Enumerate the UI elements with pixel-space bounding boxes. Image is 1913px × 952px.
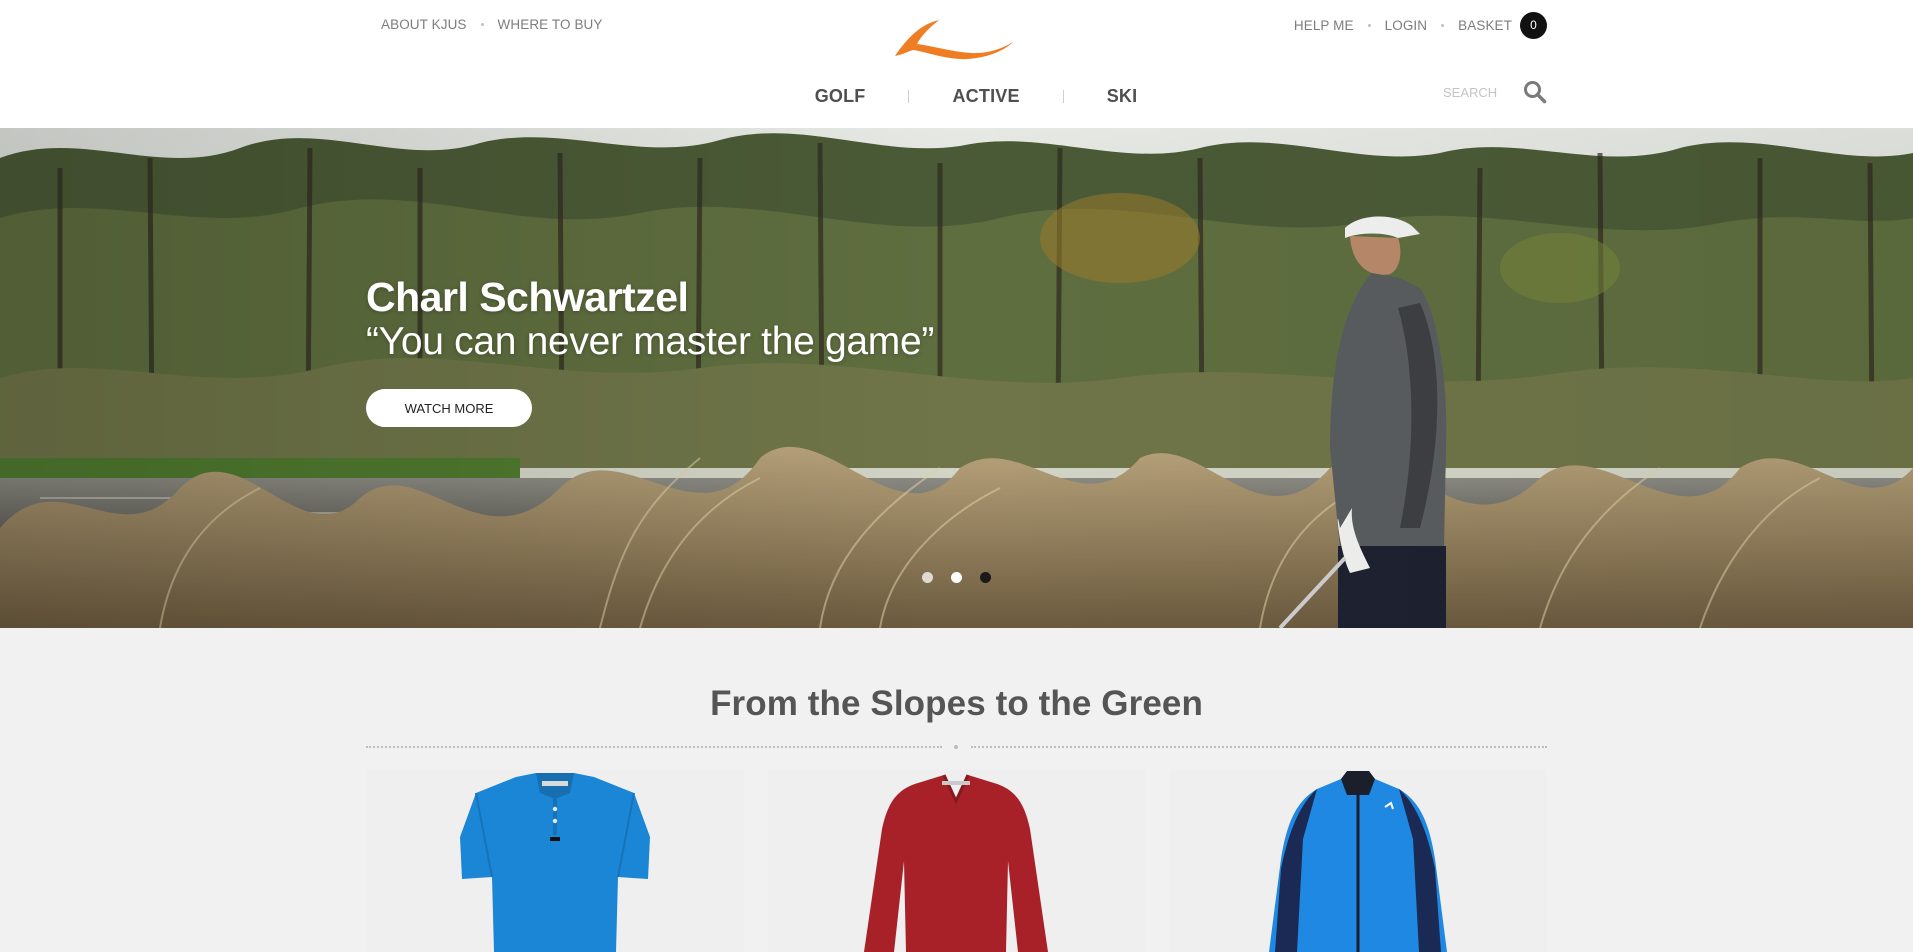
product-card-polo[interactable] bbox=[366, 769, 744, 952]
separator-dot bbox=[1441, 23, 1445, 27]
watch-more-button[interactable]: WATCH MORE bbox=[366, 389, 532, 427]
polo-shirt-image bbox=[460, 773, 650, 952]
golf-jacket-image bbox=[1269, 771, 1447, 952]
section-divider bbox=[366, 744, 1547, 750]
utility-nav-right: HELP ME LOGIN BASKET 0 bbox=[1294, 10, 1547, 40]
help-link[interactable]: HELP ME bbox=[1294, 18, 1354, 33]
nav-separator bbox=[1062, 90, 1064, 103]
search-input[interactable] bbox=[1443, 84, 1503, 100]
site-header: ABOUT KJUS WHERE TO BUY HELP ME LOGIN BA… bbox=[0, 0, 1913, 128]
separator-dot bbox=[1367, 23, 1371, 27]
nav-separator bbox=[908, 90, 910, 103]
carousel-dot-3[interactable] bbox=[980, 572, 991, 583]
main-nav: GOLF ACTIVE SKI bbox=[0, 86, 1913, 107]
kjus-logo[interactable] bbox=[893, 18, 1015, 62]
utility-nav-left: ABOUT KJUS WHERE TO BUY bbox=[381, 17, 603, 32]
nav-active[interactable]: ACTIVE bbox=[952, 86, 1019, 107]
hero-background-image bbox=[0, 128, 1913, 628]
carousel-dots bbox=[0, 572, 1913, 583]
basket-link[interactable]: BASKET bbox=[1458, 18, 1512, 33]
carousel-dot-2[interactable] bbox=[951, 572, 962, 583]
section-title: From the Slopes to the Green bbox=[710, 684, 1203, 723]
search-box bbox=[1443, 80, 1547, 104]
nav-ski[interactable]: SKI bbox=[1107, 86, 1138, 107]
hero-banner: Charl Schwartzel “You can never master t… bbox=[0, 128, 1913, 628]
separator-dot bbox=[480, 23, 484, 26]
product-card-sweater[interactable] bbox=[767, 769, 1146, 952]
search-icon[interactable] bbox=[1523, 80, 1547, 104]
where-to-buy-link[interactable]: WHERE TO BUY bbox=[498, 17, 603, 32]
hero-quote: “You can never master the game” bbox=[366, 320, 935, 363]
hero-title: Charl Schwartzel bbox=[366, 274, 689, 320]
product-card-jacket[interactable] bbox=[1169, 769, 1547, 952]
basket-count-badge[interactable]: 0 bbox=[1520, 11, 1547, 39]
v-neck-sweater-image bbox=[863, 774, 1048, 952]
about-link[interactable]: ABOUT KJUS bbox=[381, 17, 467, 32]
product-grid bbox=[366, 769, 1547, 952]
login-link[interactable]: LOGIN bbox=[1385, 18, 1428, 33]
nav-golf[interactable]: GOLF bbox=[815, 86, 866, 107]
carousel-dot-1[interactable] bbox=[922, 572, 933, 583]
